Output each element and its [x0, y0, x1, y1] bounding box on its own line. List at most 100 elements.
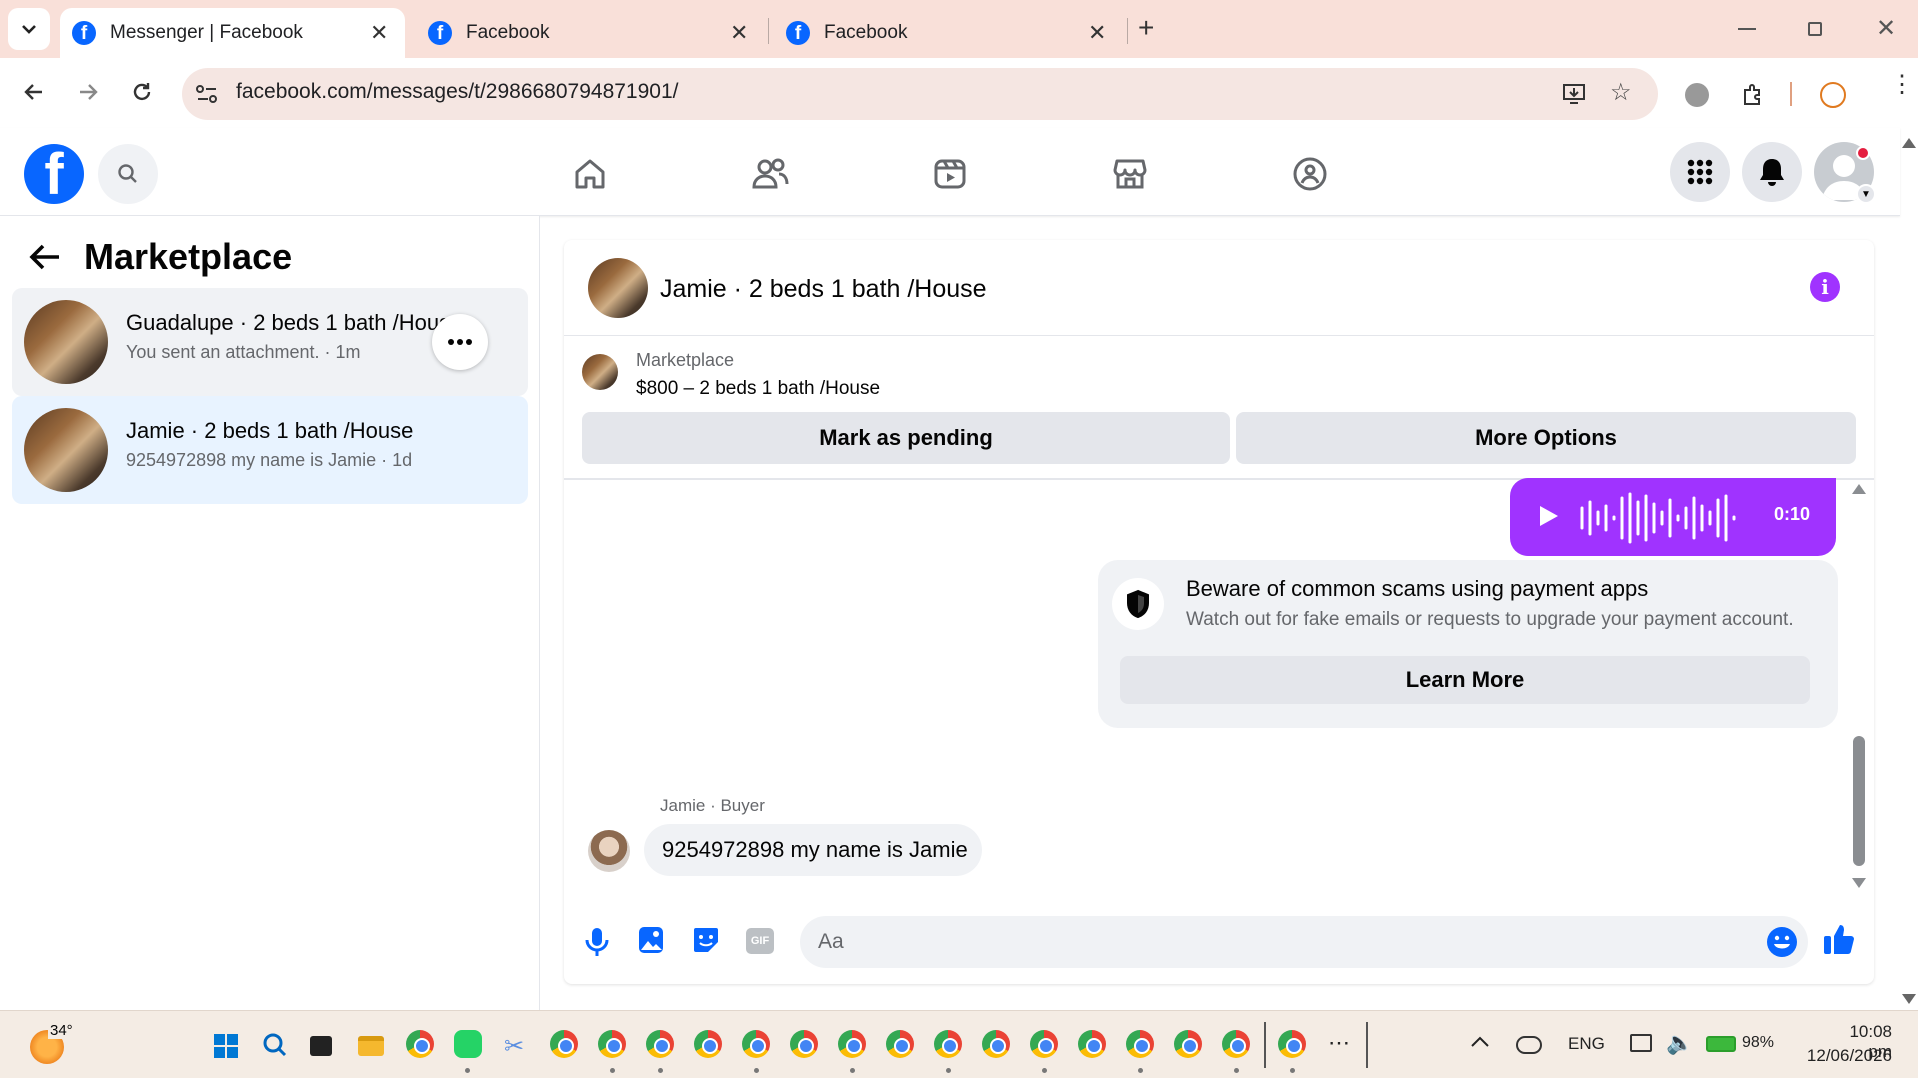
- nav-friends[interactable]: [746, 150, 794, 198]
- mark-as-pending-button[interactable]: Mark as pending: [582, 412, 1230, 464]
- chrome-app-icon[interactable]: [886, 1030, 914, 1058]
- conversation-info-button[interactable]: i: [1810, 272, 1840, 302]
- language-indicator[interactable]: ENG: [1568, 1034, 1605, 1054]
- more-dots-icon: [448, 339, 472, 345]
- tab-search-button[interactable]: [8, 8, 50, 50]
- shield-icon: [1127, 589, 1149, 619]
- sticker-button[interactable]: [692, 926, 720, 959]
- battery-icon[interactable]: [1706, 1036, 1736, 1052]
- close-tab-icon[interactable]: ✕: [1088, 20, 1106, 46]
- conversation-name: Jamie · 2 beds 1 bath /House: [126, 418, 414, 443]
- clock-date[interactable]: 12/06/2026: [1796, 1046, 1892, 1066]
- chrome-app-icon-active[interactable]: [1278, 1030, 1306, 1058]
- chrome-app-icon[interactable]: [406, 1030, 434, 1058]
- send-like-button[interactable]: [1822, 922, 1856, 961]
- weather-temp[interactable]: 34°: [48, 1022, 75, 1039]
- taskbar-overflow-icon[interactable]: ⋯: [1328, 1030, 1350, 1056]
- gif-button[interactable]: GIF: [746, 928, 774, 954]
- chrome-app-icon[interactable]: [1030, 1030, 1058, 1058]
- profile-icon[interactable]: [1820, 82, 1846, 108]
- search-button[interactable]: [98, 144, 158, 204]
- chrome-app-icon[interactable]: [1222, 1030, 1250, 1058]
- extensions-icon[interactable]: [1740, 82, 1766, 113]
- running-indicator: [610, 1068, 615, 1073]
- page-scroll-down-icon[interactable]: [1902, 994, 1916, 1004]
- chrome-app-icon[interactable]: [1174, 1030, 1202, 1058]
- chat-header-thumbnail[interactable]: [588, 258, 648, 318]
- chrome-app-icon[interactable]: [1126, 1030, 1154, 1058]
- chrome-app-icon[interactable]: [550, 1030, 578, 1058]
- audio-waveform-icon: [1580, 492, 1736, 544]
- incoming-message-bubble[interactable]: 9254972898 my name is Jamie: [644, 824, 982, 876]
- conversation-item-jamie[interactable]: Jamie · 2 beds 1 bath /House 9254972898 …: [12, 396, 528, 504]
- chrome-app-icon[interactable]: [838, 1030, 866, 1058]
- scroll-up-arrow-icon[interactable]: [1852, 484, 1866, 494]
- chrome-app-icon[interactable]: [694, 1030, 722, 1058]
- learn-more-button[interactable]: Learn More: [1120, 656, 1810, 704]
- voice-clip-button[interactable]: [584, 926, 610, 963]
- nav-home[interactable]: [566, 150, 614, 198]
- chrome-app-icon[interactable]: [1078, 1030, 1106, 1058]
- chrome-app-icon[interactable]: [742, 1030, 770, 1058]
- message-input[interactable]: Aa: [800, 916, 1808, 968]
- forward-button[interactable]: [76, 80, 100, 109]
- bookmark-star-icon[interactable]: ☆: [1610, 78, 1632, 107]
- reload-button[interactable]: [130, 80, 154, 109]
- globe-icon[interactable]: [1685, 83, 1709, 107]
- chrome-app-icon[interactable]: [646, 1030, 674, 1058]
- chat-scrollbar-thumb[interactable]: [1853, 736, 1865, 866]
- restore-icon[interactable]: [1808, 22, 1822, 36]
- page-scroll-up-icon[interactable]: [1902, 138, 1916, 148]
- voice-message-bubble[interactable]: 0:10: [1510, 478, 1836, 556]
- play-icon[interactable]: [1538, 504, 1560, 528]
- listing-detail[interactable]: $800 – 2 beds 1 bath /House: [636, 378, 880, 400]
- tab-messenger[interactable]: f Messenger | Facebook ✕: [60, 8, 405, 58]
- install-app-icon[interactable]: [1562, 82, 1588, 111]
- chrome-app-icon[interactable]: [934, 1030, 962, 1058]
- sender-avatar[interactable]: [588, 830, 630, 872]
- minimize-icon[interactable]: [1738, 28, 1756, 30]
- menu-button[interactable]: [1670, 142, 1730, 202]
- site-info-icon[interactable]: [194, 82, 220, 106]
- chrome-app-icon[interactable]: [982, 1030, 1010, 1058]
- tab-facebook-2[interactable]: f Facebook ✕: [774, 8, 1119, 58]
- nav-groups[interactable]: [1286, 150, 1334, 198]
- onedrive-icon[interactable]: [1516, 1036, 1542, 1054]
- chrome-app-icon[interactable]: [598, 1030, 626, 1058]
- tray-expand-icon[interactable]: [1470, 1034, 1490, 1053]
- browser-menu-icon[interactable]: ⋮: [1890, 72, 1914, 97]
- taskbar-search-icon[interactable]: [262, 1032, 288, 1063]
- notifications-button[interactable]: [1742, 142, 1802, 202]
- whatsapp-icon[interactable]: [454, 1030, 482, 1058]
- nav-marketplace[interactable]: [1106, 150, 1154, 198]
- account-chevron-icon[interactable]: ▼: [1856, 184, 1876, 204]
- back-to-chats-button[interactable]: [28, 242, 62, 277]
- scroll-down-arrow-icon[interactable]: [1852, 878, 1866, 888]
- conversation-item-guadalupe[interactable]: Guadalupe · 2 beds 1 bath /House You sen…: [12, 288, 528, 396]
- arrow-left-icon: [24, 84, 42, 100]
- chrome-app-icon[interactable]: [790, 1030, 818, 1058]
- conversation-options-button[interactable]: [432, 314, 488, 370]
- attach-photo-button[interactable]: [638, 926, 664, 959]
- network-icon[interactable]: [1630, 1034, 1652, 1052]
- snipping-tool-icon[interactable]: ✂: [504, 1032, 524, 1061]
- tab-facebook-1[interactable]: f Facebook ✕: [416, 8, 761, 58]
- close-window-icon[interactable]: ✕: [1876, 14, 1896, 43]
- new-tab-button[interactable]: +: [1138, 12, 1154, 44]
- battery-percent[interactable]: 98%: [1742, 1034, 1774, 1052]
- close-tab-icon[interactable]: ✕: [370, 20, 388, 46]
- more-options-button[interactable]: More Options: [1236, 412, 1856, 464]
- close-tab-icon[interactable]: ✕: [730, 20, 748, 46]
- url-text[interactable]: facebook.com/messages/t/2986680794871901…: [236, 80, 679, 104]
- emoji-icon[interactable]: [1766, 926, 1798, 958]
- nav-video[interactable]: [926, 150, 974, 198]
- start-windows-icon[interactable]: [214, 1034, 238, 1058]
- file-explorer-icon[interactable]: [358, 1036, 384, 1056]
- marketplace-icon: [1113, 159, 1147, 189]
- listing-thumbnail: [24, 408, 108, 492]
- back-button[interactable]: [22, 80, 46, 109]
- chat-header-title[interactable]: Jamie · 2 beds 1 bath /House: [660, 275, 987, 304]
- volume-icon[interactable]: 🔈: [1666, 1030, 1693, 1056]
- facebook-logo-icon[interactable]: f: [24, 144, 84, 204]
- task-view-icon[interactable]: [310, 1036, 332, 1056]
